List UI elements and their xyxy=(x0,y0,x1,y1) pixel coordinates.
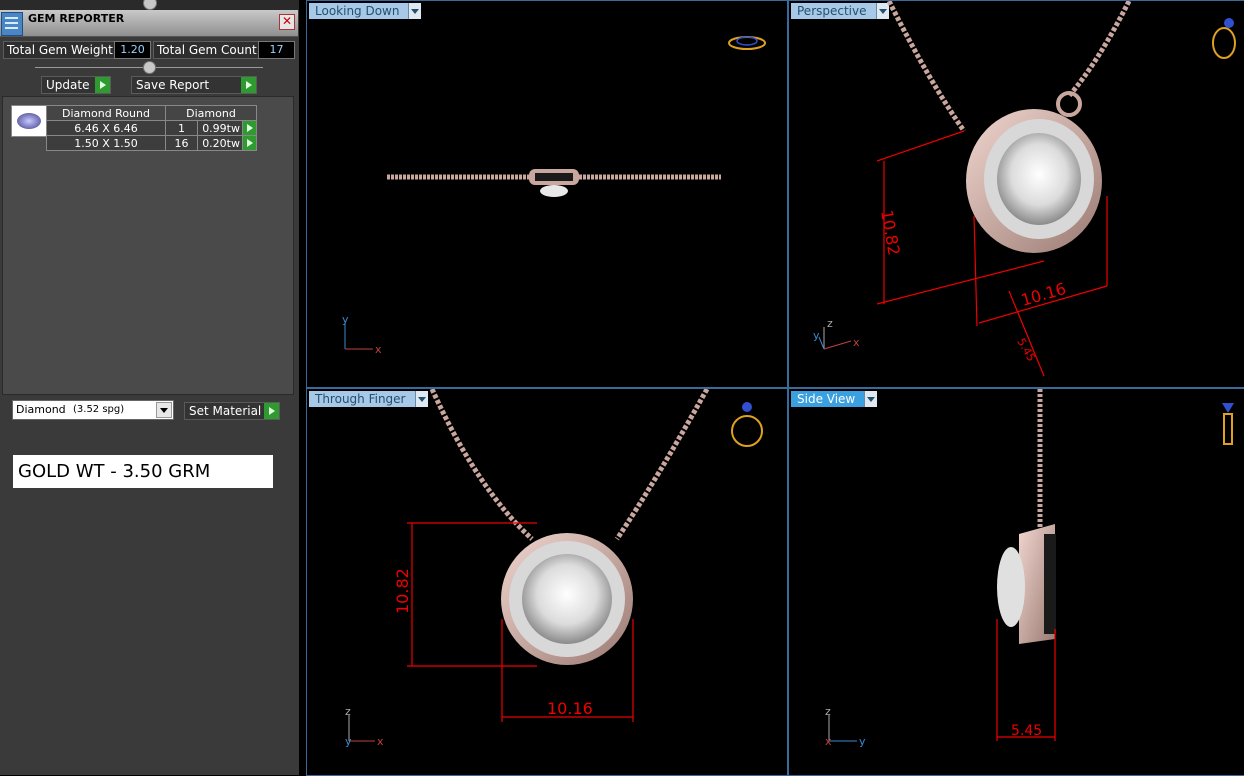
ring-orientation-icon xyxy=(731,402,763,447)
play-icon xyxy=(95,77,110,93)
gem-count: 16 xyxy=(165,135,198,151)
gem-reporter-panel: GEM REPORTER ✕ Total Gem Weight 1.20 Tot… xyxy=(0,0,299,775)
gem-reporter-titlebar: GEM REPORTER ✕ xyxy=(0,10,298,37)
play-icon[interactable] xyxy=(242,120,257,136)
table-row[interactable]: 6.46 X 6.46 1 0.99tw xyxy=(46,120,257,136)
gem-report-icon xyxy=(1,12,23,36)
gold-weight-note: GOLD WT - 3.50 GRM xyxy=(13,455,273,488)
gem-size: 1.50 X 1.50 xyxy=(46,135,166,151)
axis-label: z xyxy=(345,705,351,718)
gem-list-area: Diamond Round Diamond 6.46 X 6.46 1 0.99… xyxy=(2,96,294,395)
total-gem-count-label: Total Gem Count xyxy=(153,41,262,59)
through-finger-render: 10.82 10.16 z y x xyxy=(345,389,763,748)
update-button[interactable]: Update xyxy=(41,76,111,94)
dimension-depth: 5.45 xyxy=(1014,336,1038,364)
save-report-button[interactable]: Save Report xyxy=(131,76,257,94)
table-row[interactable]: 1.50 X 1.50 16 0.20tw xyxy=(46,135,257,151)
axis-gizmo: z y x xyxy=(345,705,384,748)
axis-label: x xyxy=(825,735,832,748)
gem-size: 6.46 X 6.46 xyxy=(46,120,166,136)
viewport-looking-down[interactable]: Looking Down y x xyxy=(306,0,788,388)
viewport-side-view[interactable]: Side View 5.45 z x y xyxy=(788,388,1244,776)
set-material-button[interactable]: Set Material xyxy=(184,402,280,420)
ring-orientation-icon xyxy=(1222,403,1234,445)
panel-top-strip xyxy=(0,0,299,10)
axis-label: y xyxy=(342,313,349,326)
table-header-row: Diamond Round Diamond xyxy=(46,105,257,121)
collapse-knob[interactable] xyxy=(143,0,157,10)
gem-count: 1 xyxy=(165,120,198,136)
axis-label: x xyxy=(375,343,382,356)
side-view-render: 5.45 z x y xyxy=(825,389,1234,748)
panel-title: GEM REPORTER xyxy=(28,12,125,25)
axis-gizmo: z y x xyxy=(813,317,860,350)
play-icon xyxy=(264,403,279,419)
perspective-render: 10.82 10.16 5.45 z y x xyxy=(813,1,1236,377)
viewport-perspective[interactable]: Perspective 10.82 10.16 5.45 z y x xyxy=(788,0,1244,388)
chevron-down-icon[interactable] xyxy=(156,402,172,418)
dimension-depth: 5.45 xyxy=(1011,723,1042,739)
dimension-width: 10.16 xyxy=(1019,279,1068,310)
total-gem-weight-value: 1.20 xyxy=(114,41,151,59)
material-select[interactable]: Diamond (3.52 spg) xyxy=(12,400,174,420)
set-material-label: Set Material xyxy=(189,404,262,418)
axis-label: y xyxy=(813,329,820,342)
dimension-height: 10.82 xyxy=(393,568,412,614)
save-report-label: Save Report xyxy=(136,78,210,92)
column-header-shape: Diamond Round xyxy=(46,105,166,121)
total-gem-count-value: 17 xyxy=(258,41,295,59)
axis-label: x xyxy=(853,336,860,349)
diamond-gem-icon xyxy=(11,105,47,137)
total-gem-weight-label: Total Gem Weight xyxy=(3,41,118,59)
axis-label: z xyxy=(827,317,833,330)
splitter-knob[interactable] xyxy=(143,61,156,74)
viewport-through-finger[interactable]: Through Finger 10.82 10.16 z y x xyxy=(306,388,788,776)
axis-label: y xyxy=(859,735,866,748)
play-icon xyxy=(241,77,256,93)
dimension-height: 10.82 xyxy=(877,208,904,256)
material-spg: (3.52 spg) xyxy=(73,404,125,415)
ring-orientation-icon xyxy=(1212,18,1236,59)
axis-label: z xyxy=(825,705,831,718)
material-name: Diamond xyxy=(16,403,66,416)
gem-table: Diamond Round Diamond 6.46 X 6.46 1 0.99… xyxy=(46,105,257,151)
axis-label: x xyxy=(377,735,384,748)
looking-down-render: y x xyxy=(342,36,766,356)
axis-label: y xyxy=(345,735,352,748)
gem-weight: 0.20tw xyxy=(197,135,243,151)
close-button[interactable]: ✕ xyxy=(279,14,295,30)
dimension-width: 10.16 xyxy=(547,699,593,718)
column-header-stone: Diamond xyxy=(165,105,257,121)
update-label: Update xyxy=(46,78,90,92)
play-icon[interactable] xyxy=(242,135,257,151)
gem-weight: 0.99tw xyxy=(197,120,243,136)
axis-gizmo: z x y xyxy=(825,705,866,748)
ring-orientation-icon xyxy=(728,36,766,50)
axis-gizmo: y x xyxy=(342,313,382,356)
